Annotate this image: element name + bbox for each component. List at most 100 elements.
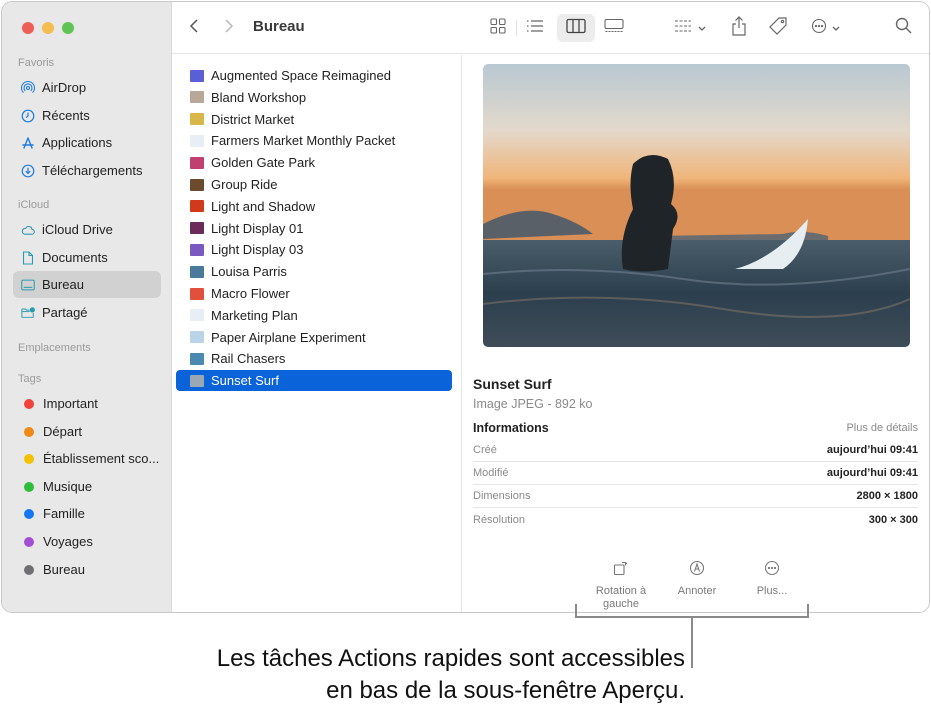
file-thumbnail-icon — [190, 134, 204, 147]
sidebar-tag-important[interactable]: Important — [13, 390, 161, 417]
forward-button[interactable] — [217, 14, 241, 42]
file-name: Group Ride — [211, 177, 278, 192]
sidebar-item-icloud-drive[interactable]: iCloud Drive — [13, 216, 161, 243]
list-view-button[interactable] — [522, 14, 548, 42]
more-actions-button[interactable] — [805, 14, 845, 42]
file-row[interactable]: Augmented Space Reimagined — [176, 65, 452, 86]
quick-action-label: Plus... — [756, 585, 788, 597]
quick-action-annotate[interactable]: Annoter — [662, 557, 732, 598]
icon-view-button[interactable] — [485, 14, 511, 42]
info-row-dimensions: Dimensions 2800 × 1800 — [473, 485, 918, 508]
close-button[interactable] — [22, 22, 34, 34]
file-name: Light Display 01 — [211, 220, 304, 236]
file-thumbnail-icon — [190, 113, 204, 126]
sidebar-tag-voyages[interactable]: Voyages — [13, 528, 161, 555]
file-thumbnail-icon — [190, 222, 204, 235]
file-row[interactable]: Golden Gate Park — [176, 152, 452, 173]
sidebar-item-label: Famille — [43, 506, 85, 521]
group-button[interactable] — [670, 14, 710, 42]
file-row[interactable]: Sunset Surf — [176, 370, 452, 392]
file-row[interactable]: Farmers Market Monthly Packet — [176, 130, 452, 151]
file-row[interactable]: Group Ride — [176, 174, 452, 195]
tag-color-dot — [24, 398, 34, 409]
sidebar-item-documents[interactable]: Documents — [13, 244, 161, 271]
file-thumbnail-icon — [190, 91, 204, 104]
back-button[interactable] — [182, 14, 206, 42]
zoom-button[interactable] — [62, 22, 74, 34]
file-name: District Market — [211, 111, 295, 127]
file-name: Golden Gate Park — [211, 155, 316, 171]
quick-action-rotate-left[interactable]: Rotation à gauche — [586, 557, 656, 611]
sidebar-tag-etablissement-scolaire[interactable]: Établissement sco... — [13, 445, 161, 472]
sidebar-item-label: Documents — [42, 250, 108, 265]
file-row[interactable]: Light and Shadow — [176, 196, 452, 217]
section-emplacements: Emplacements — [18, 342, 91, 354]
tag-color-dot — [24, 536, 34, 547]
sidebar-item-label: Voyages — [43, 534, 93, 549]
image-preview — [483, 64, 910, 347]
file-name: Rail Chasers — [211, 351, 286, 367]
file-thumbnail-icon — [190, 178, 204, 191]
sidebar-item-bureau[interactable]: Bureau — [13, 271, 161, 298]
sidebar: Favoris AirDrop Récents Applications Tél… — [2, 2, 172, 612]
sidebar-item-telechargements[interactable]: Téléchargements — [13, 157, 161, 184]
sidebar-item-recents[interactable]: Récents — [13, 102, 161, 129]
preview-title: Sunset Surf — [473, 376, 552, 392]
column-view-button[interactable] — [557, 14, 595, 42]
chevron-left-icon — [189, 18, 199, 39]
sidebar-item-label: Départ — [43, 424, 83, 439]
file-row[interactable]: Macro Flower — [176, 283, 452, 304]
sidebar-tag-musique[interactable]: Musique — [13, 473, 161, 500]
download-icon — [21, 164, 35, 178]
sidebar-item-label: Applications — [42, 135, 113, 150]
minimize-button[interactable] — [42, 22, 54, 34]
file-row[interactable]: Louisa Parris — [176, 261, 452, 282]
sidebar-tag-depart[interactable]: Départ — [13, 418, 161, 445]
preview-subtitle: Image JPEG - 892 ko — [473, 397, 593, 411]
quick-action-label: Annoter — [677, 585, 717, 597]
file-list-column: Augmented Space Reimagined Bland Workshop… — [173, 55, 462, 612]
section-favoris: Favoris — [18, 57, 55, 69]
chevron-down-icon — [832, 19, 840, 37]
file-name: Light Display 03 — [211, 242, 304, 258]
file-thumbnail-icon — [190, 156, 204, 169]
file-thumbnail-icon — [190, 287, 204, 300]
finder-window: Favoris AirDrop Récents Applications Tél… — [1, 1, 930, 613]
info-value: aujourd’hui 09:41 — [826, 467, 918, 479]
info-key: Modifié — [473, 467, 509, 479]
file-thumbnail-icon — [190, 309, 204, 322]
share-button[interactable] — [727, 14, 751, 42]
callout-line-2: en bas de la sous-fenêtre Aperçu. — [326, 677, 685, 704]
info-heading: Informations — [473, 421, 549, 435]
file-name: Light and Shadow — [211, 198, 316, 214]
file-row[interactable]: Marketing Plan — [176, 305, 452, 326]
tag-icon — [768, 16, 788, 41]
tag-color-dot — [24, 508, 34, 519]
file-row[interactable]: Light Display 01 — [176, 218, 452, 239]
file-row[interactable]: Bland Workshop — [176, 87, 452, 108]
tag-button[interactable] — [766, 14, 790, 42]
file-row[interactable]: Paper Airplane Experiment — [176, 327, 452, 348]
file-name: Bland Workshop — [211, 89, 307, 105]
grid-icon — [490, 17, 506, 39]
file-row[interactable]: Light Display 03 — [176, 239, 452, 260]
sidebar-item-partage[interactable]: Partagé — [13, 299, 161, 326]
sidebar-item-label: Important — [43, 396, 98, 411]
more-details-link[interactable]: Plus de détails — [846, 422, 918, 434]
sidebar-item-airdrop[interactable]: AirDrop — [13, 74, 161, 101]
sidebar-tag-bureau[interactable]: Bureau — [13, 556, 161, 583]
callout-line-1: Les tâches Actions rapides sont accessib… — [216, 645, 685, 672]
cloud-icon — [21, 223, 35, 237]
file-name: Sunset Surf — [211, 373, 279, 389]
sidebar-tag-famille[interactable]: Famille — [13, 500, 161, 527]
tag-color-dot — [24, 564, 34, 575]
search-button[interactable] — [890, 14, 916, 42]
gallery-view-button[interactable] — [600, 14, 628, 42]
quick-action-more[interactable]: Plus... — [737, 557, 807, 598]
sidebar-item-applications[interactable]: Applications — [13, 129, 161, 156]
chevron-right-icon — [224, 18, 234, 39]
callout-line — [691, 618, 693, 668]
callout-caption: Les tâches Actions rapides sont accessib… — [217, 643, 685, 707]
file-row[interactable]: Rail Chasers — [176, 348, 452, 369]
file-row[interactable]: District Market — [176, 109, 452, 130]
